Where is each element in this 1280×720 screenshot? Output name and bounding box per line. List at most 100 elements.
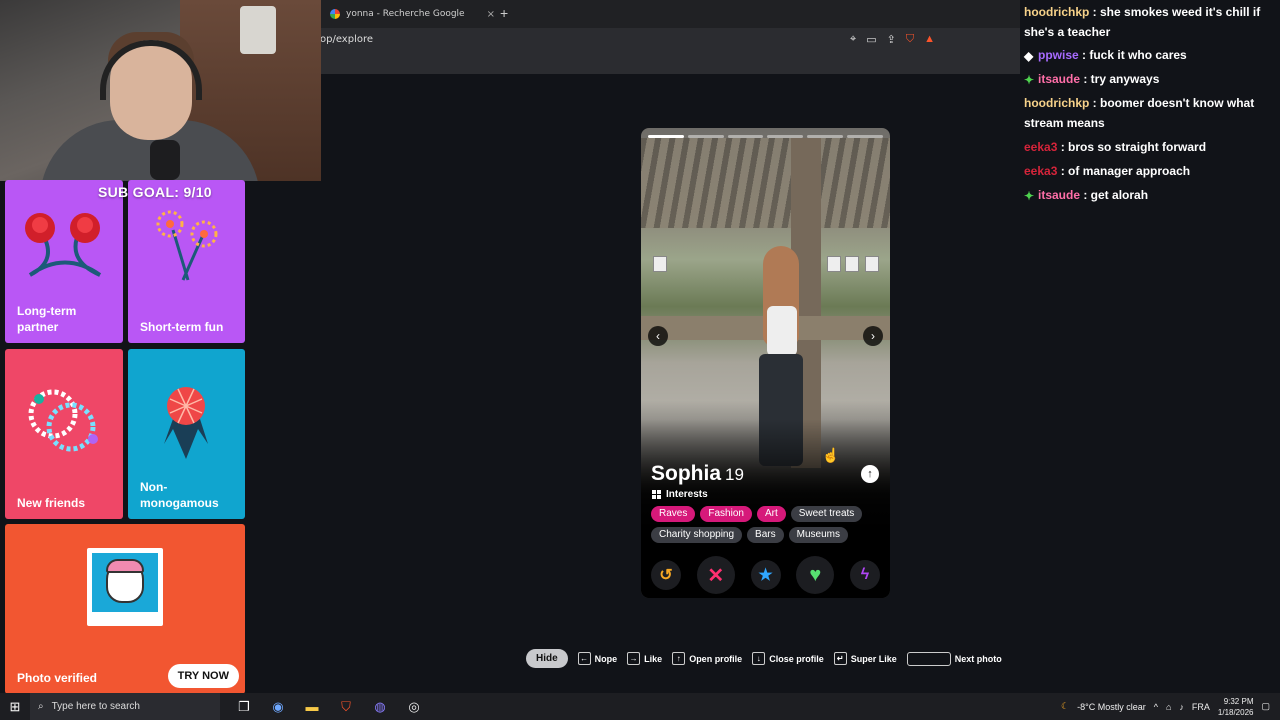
clock[interactable]: 9:32 PM 1/18/2026 xyxy=(1218,696,1254,718)
tray-chevron-icon[interactable]: ^ xyxy=(1154,702,1158,712)
chat-message: hoodrichkp : she smokes weed it's chill … xyxy=(1024,5,1261,39)
interest-tag: Charity shopping xyxy=(651,527,743,543)
discord-icon[interactable]: ◍ xyxy=(370,699,390,715)
down-arrow-key-icon: ↓ xyxy=(752,652,766,665)
new-tab-button[interactable]: + xyxy=(500,5,508,21)
chat-message: eeka3 : bros so straight forward xyxy=(1024,140,1207,154)
tab-close-icon[interactable]: × xyxy=(487,9,495,20)
clock-date: 1/18/2026 xyxy=(1217,707,1254,717)
location-icon[interactable]: ⌖ xyxy=(850,33,856,46)
open-profile-button[interactable]: ↑ xyxy=(861,465,879,483)
super-like-button[interactable]: ★ xyxy=(750,560,781,590)
windows-start-icon[interactable]: ⊞ xyxy=(0,699,30,715)
interest-tags: Raves Fashion Art Sweet treats Charity shopp… xyxy=(651,506,886,543)
space-key-icon xyxy=(906,651,951,666)
interest-tag: Bars xyxy=(747,527,784,543)
chat-message: ✦ itsaude : get alorah xyxy=(1024,188,1149,203)
left-arrow-key-icon: ← xyxy=(577,652,591,665)
screen: { "browser": { "tab_title": "yonna - Rec… xyxy=(0,0,1280,720)
photo-progress-segment xyxy=(727,135,764,138)
hide-hints-button[interactable]: Hide xyxy=(526,649,568,668)
mouse-cursor-icon: ☝ xyxy=(822,447,840,463)
verified-photo-icon xyxy=(87,548,163,626)
language-indicator[interactable]: FRA xyxy=(1192,702,1210,712)
brave-rewards-icon[interactable]: ▲ xyxy=(924,33,935,46)
action-bar: ↺ ✕ ★ ♥ ϟ xyxy=(651,556,880,594)
brave-shield-icon[interactable]: ⛉ xyxy=(906,33,914,46)
card-label: New friends xyxy=(17,495,86,510)
photo-progress-segment xyxy=(687,135,724,138)
network-icon[interactable]: ⌂ xyxy=(1166,702,1171,712)
right-arrow-key-icon: → xyxy=(627,652,641,665)
share-icon[interactable]: ⇪ xyxy=(887,33,896,46)
card-new-friends[interactable]: New friends xyxy=(5,349,123,519)
task-view-icon[interactable]: ❐ xyxy=(234,699,254,715)
nope-button[interactable]: ✕ xyxy=(696,556,735,594)
photo-progress xyxy=(648,135,883,138)
card-non-monogamous[interactable]: Non-monogamous xyxy=(128,349,245,519)
interest-tag: Raves xyxy=(651,506,696,522)
profile-name: Sophia xyxy=(651,462,722,485)
card-label: Photo verified xyxy=(17,670,98,685)
profile-age: 19 xyxy=(725,465,744,484)
interest-tag: Fashion xyxy=(700,506,752,522)
interests-icon xyxy=(652,490,661,499)
interest-tag: Art xyxy=(756,506,786,522)
profile-card[interactable]: ‹ › Sophia 19 ↑ Interests Raves Fashion Art… xyxy=(641,128,890,598)
cast-icon[interactable]: ▭ xyxy=(866,33,876,46)
chat-message: ◆ ppwise : fuck it who cares xyxy=(1024,48,1187,63)
chat-message: ✦ itsaude : try anyways xyxy=(1024,72,1160,87)
browser-tab[interactable]: yonna - Recherche Google × xyxy=(330,4,495,24)
obs-icon[interactable]: ◎ xyxy=(404,699,424,715)
card-photo-verified[interactable]: Photo verified TRY NOW xyxy=(5,524,245,694)
search-placeholder: Type here to search xyxy=(51,701,140,712)
interests-label: Interests xyxy=(666,489,708,500)
boost-button[interactable]: ϟ xyxy=(850,560,880,590)
up-arrow-key-icon: ↑ xyxy=(672,652,686,665)
photo-progress-segment xyxy=(767,135,804,138)
photo-progress-segment xyxy=(648,135,684,138)
notifications-icon[interactable]: ▢ xyxy=(1261,701,1270,712)
tab-title: yonna - Recherche Google xyxy=(346,9,465,19)
badge-icon: ◆ xyxy=(1024,49,1034,63)
keyboard-hints-bar: Hide ← Nope → Like ↑ Open profile ↓ Close pr… xyxy=(526,649,1002,668)
next-photo-button[interactable]: › xyxy=(863,326,883,346)
enter-key-icon: ↵ xyxy=(833,652,847,665)
file-explorer-icon[interactable]: ▬ xyxy=(302,699,322,715)
badge-icon: ✦ xyxy=(1024,189,1035,203)
weather-text[interactable]: -8°C Mostly clear xyxy=(1077,702,1146,712)
hint-nope: ← Nope xyxy=(577,652,617,665)
taskbar-apps: ❐ ◉ ▬ ⛉ ◍ ◎ xyxy=(234,699,424,715)
badge-icon: ✦ xyxy=(1024,73,1035,87)
card-label: Non-monogamous xyxy=(140,479,219,510)
interest-tag: Sweet treats xyxy=(790,506,863,522)
hint-close-profile: ↓ Close profile xyxy=(752,652,824,665)
interests-header: Interests xyxy=(652,489,708,500)
address-bar-icons: ⌖ ▭ ⇪ ⛉ ▲ xyxy=(850,33,935,46)
pineapple-icon xyxy=(164,387,208,459)
microphone-icon xyxy=(150,140,180,180)
profile-name-row: Sophia 19 xyxy=(651,462,744,486)
copilot-icon[interactable]: ◉ xyxy=(268,699,288,715)
brave-browser-icon[interactable]: ⛉ xyxy=(336,699,356,715)
card-short-term-fun[interactable]: Short-term fun xyxy=(128,180,245,343)
hint-like: → Like xyxy=(627,652,662,665)
volume-icon[interactable]: ♪ xyxy=(1179,702,1184,712)
bookmark-bar xyxy=(320,52,1020,74)
sub-goal-overlay: SUB GOAL: 9/10 xyxy=(98,184,212,200)
like-button[interactable]: ♥ xyxy=(796,556,835,594)
url-field[interactable]: op/explore xyxy=(320,34,373,45)
hint-next-photo: Next photo xyxy=(906,651,1002,666)
previous-photo-button[interactable]: ‹ xyxy=(648,326,668,346)
chat-message: eeka3 : of manager approach xyxy=(1024,164,1191,178)
rewind-button[interactable]: ↺ xyxy=(651,560,681,590)
hint-open-profile: ↑ Open profile xyxy=(672,652,742,665)
photo-progress-segment xyxy=(807,135,844,138)
taskbar-search[interactable]: ⌕ Type here to search xyxy=(30,693,220,720)
chat-message: hoodrichkp : boomer doesn't know what st… xyxy=(1024,96,1255,130)
card-long-term-partner[interactable]: Long-term partner xyxy=(5,180,123,343)
windows-taskbar: ⊞ ⌕ Type here to search ❐ ◉ ▬ ⛉ ◍ ◎ ☾ -8… xyxy=(0,693,1280,720)
hint-super-like: ↵ Super Like xyxy=(833,652,897,665)
card-label: Long-term partner xyxy=(17,303,77,334)
try-now-button[interactable]: TRY NOW xyxy=(167,664,239,688)
